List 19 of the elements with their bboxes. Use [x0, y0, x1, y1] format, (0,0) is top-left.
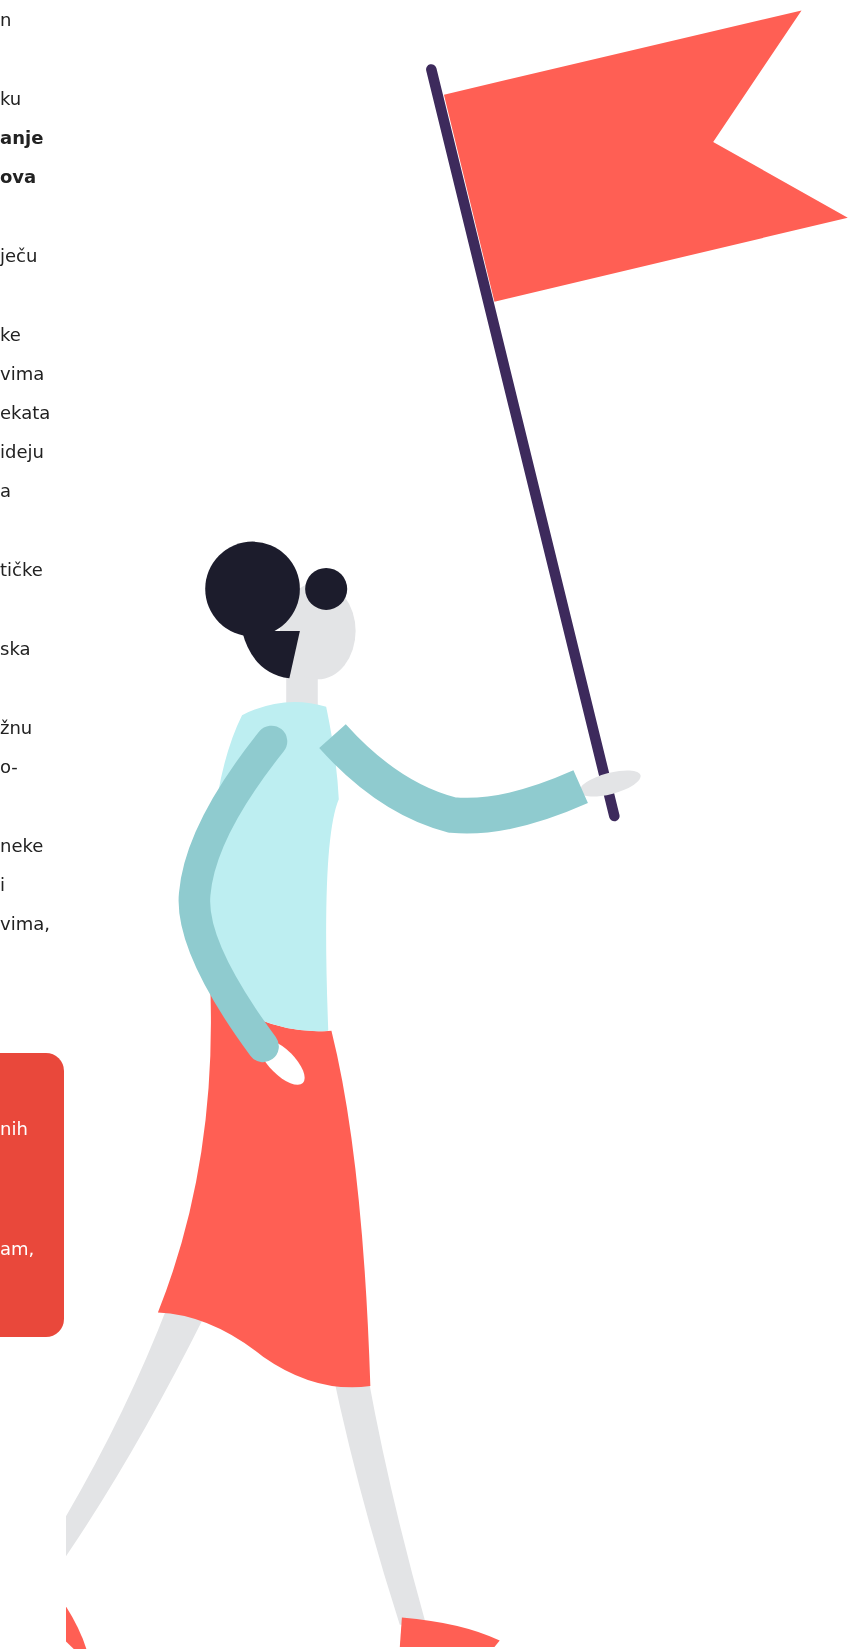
text-fragment: ekata — [0, 401, 52, 425]
text-fragment: ova — [0, 165, 38, 189]
text-fragment: ječu — [0, 244, 39, 268]
text-fragment: o- — [0, 755, 19, 779]
text-fragment: neke — [0, 834, 45, 858]
callout-text: am, — [0, 1237, 36, 1261]
callout-text: nih — [0, 1117, 29, 1141]
text-fragment: vima — [0, 362, 46, 386]
text-fragment: ska — [0, 637, 32, 661]
text-fragment: ku — [0, 87, 23, 111]
text-fragment: tičke — [0, 558, 44, 582]
text-fragment: ke — [0, 323, 22, 347]
text-fragment: i — [0, 873, 6, 897]
text-fragment: žnu — [0, 716, 34, 740]
text-fragment: n — [0, 8, 13, 32]
text-fragment: anje — [0, 126, 45, 150]
text-fragment: a — [0, 479, 13, 503]
text-fragment: ideju — [0, 440, 45, 464]
text-fragment: vima, — [0, 912, 51, 936]
